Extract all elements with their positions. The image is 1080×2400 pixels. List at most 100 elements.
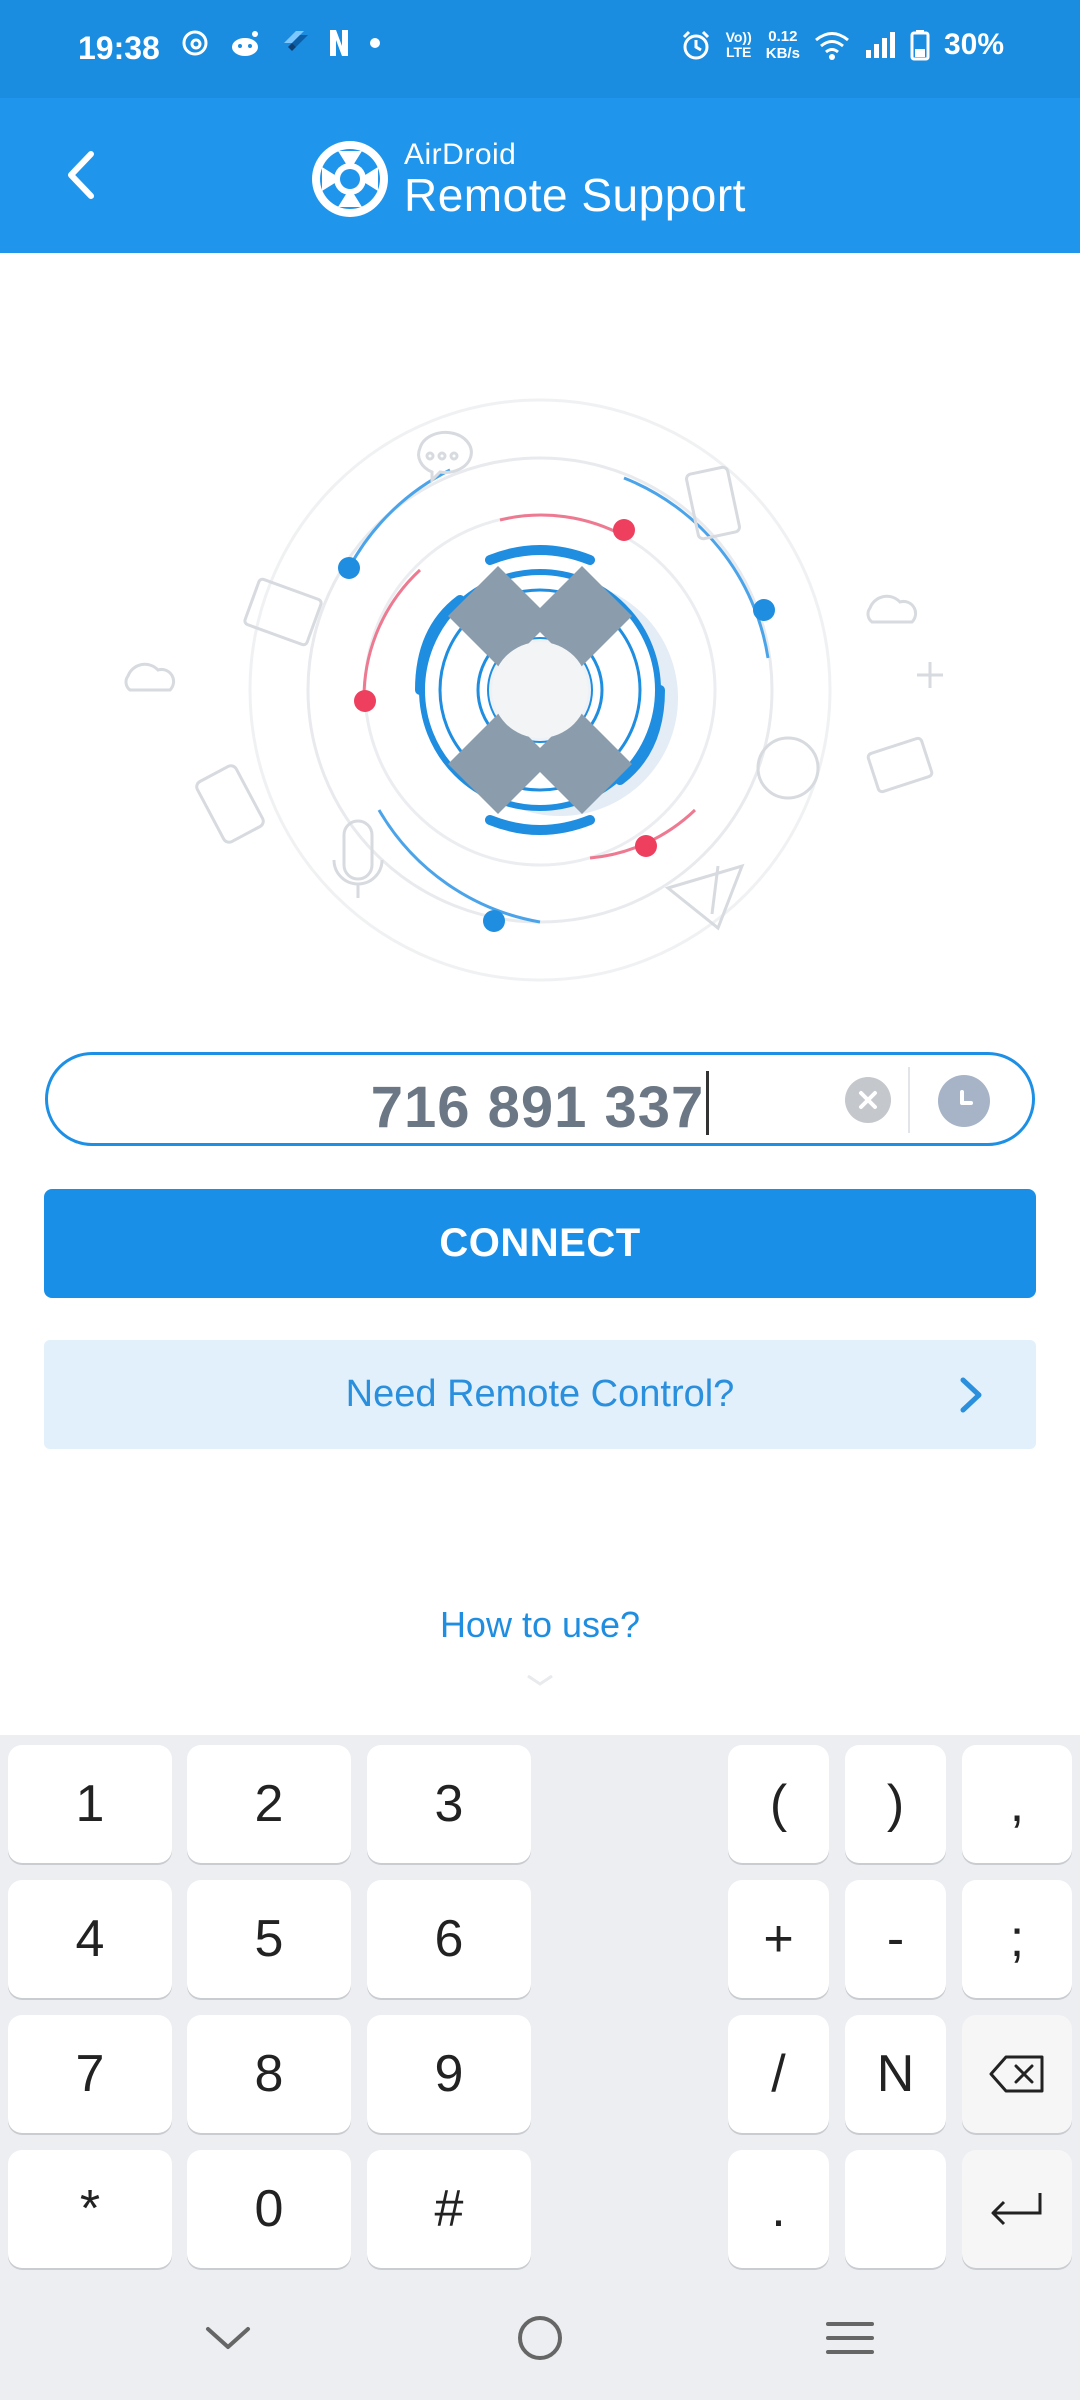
key-open-paren[interactable]: ( bbox=[728, 1745, 829, 1863]
key-label: 7 bbox=[75, 2045, 105, 2103]
system-icons: Vo)) LTE 0.12 KB/s 30% bbox=[680, 28, 1004, 62]
flutter-icon bbox=[284, 31, 308, 51]
key-semicolon[interactable]: ; bbox=[962, 1880, 1072, 1998]
brand-airdroid: AirDroid bbox=[404, 138, 517, 171]
lifebuoy-logo-icon bbox=[312, 141, 388, 217]
key-label: 6 bbox=[434, 1910, 464, 1968]
dot-icon bbox=[370, 38, 380, 48]
key-label: 0 bbox=[254, 2180, 284, 2238]
clear-input-button[interactable] bbox=[845, 1077, 891, 1123]
key-plus[interactable]: + bbox=[728, 1880, 829, 1998]
how-to-use-label: How to use? bbox=[439, 1604, 641, 1645]
key-label: + bbox=[763, 1910, 794, 1968]
device-id-value: 716 891 337 bbox=[370, 1075, 705, 1140]
key-label: / bbox=[771, 2045, 786, 2103]
orbit-dot bbox=[354, 690, 376, 712]
menu-icon bbox=[826, 2322, 874, 2354]
orbit-dot bbox=[613, 519, 635, 541]
key-label: 8 bbox=[254, 2045, 284, 2103]
volte-bottom-label: LTE bbox=[725, 44, 752, 60]
connect-label: CONNECT bbox=[439, 1221, 641, 1265]
status-bar: 19:38 Vo)) LTE 0.12 KB/s 30% bbox=[0, 0, 1080, 98]
clock-icon bbox=[960, 1090, 973, 1105]
app-bar: AirDroid Remote Support bbox=[0, 98, 1080, 253]
brand-logo: AirDroid Remote Support bbox=[308, 134, 746, 224]
key-9[interactable]: 9 bbox=[367, 2015, 531, 2133]
key-1[interactable]: 1 bbox=[8, 1745, 172, 1863]
orbit-dot bbox=[338, 557, 360, 579]
key-label: 9 bbox=[434, 2045, 464, 2103]
key-label: ; bbox=[1009, 1910, 1025, 1968]
battery-percent: 30% bbox=[943, 28, 1004, 61]
key-enter[interactable] bbox=[962, 2150, 1072, 2268]
how-to-use-link[interactable]: How to use? bbox=[0, 1604, 1080, 1646]
back-button[interactable] bbox=[50, 143, 110, 207]
key-5[interactable]: 5 bbox=[187, 1880, 351, 1998]
key-label: 1 bbox=[75, 1775, 105, 1833]
key-period[interactable]: . bbox=[728, 2150, 829, 2268]
orbit-dot bbox=[635, 835, 657, 857]
nav-hide-keyboard-button[interactable] bbox=[188, 2306, 268, 2370]
key-label: 5 bbox=[254, 1910, 284, 1968]
chevron-right-icon bbox=[960, 1377, 982, 1413]
threads-icon bbox=[182, 30, 208, 56]
volte-icon: Vo)) LTE bbox=[726, 30, 752, 60]
lifebuoy-illustration-icon bbox=[415, 545, 678, 835]
reddit-icon bbox=[232, 31, 258, 56]
nav-recents-button[interactable] bbox=[810, 2306, 890, 2370]
key-8[interactable]: 8 bbox=[187, 2015, 351, 2133]
key-label: # bbox=[434, 2180, 464, 2238]
numeric-keyboard: 1 2 3 4 5 6 7 8 9 * 0 # ( ) , + - ; / N … bbox=[0, 1735, 1080, 2278]
key-label: 3 bbox=[434, 1775, 464, 1833]
close-icon bbox=[859, 1091, 877, 1109]
wifi-icon bbox=[815, 32, 849, 60]
orbit-dot bbox=[753, 599, 775, 621]
key-3[interactable]: 3 bbox=[367, 1745, 531, 1863]
connect-button[interactable]: CONNECT bbox=[44, 1189, 1036, 1298]
key-label: * bbox=[79, 2180, 101, 2238]
key-asterisk[interactable]: * bbox=[8, 2150, 172, 2268]
key-minus[interactable]: - bbox=[845, 1880, 946, 1998]
chevron-down-icon bbox=[527, 1674, 553, 1686]
key-label: N bbox=[876, 2045, 915, 2103]
speed-value: 0.12 bbox=[768, 28, 798, 45]
key-hash[interactable]: # bbox=[367, 2150, 531, 2268]
signal-icon bbox=[865, 32, 895, 58]
speed-unit: KB/s bbox=[765, 45, 800, 62]
status-time: 19:38 bbox=[78, 30, 160, 66]
backspace-icon bbox=[989, 2055, 1044, 2093]
history-button[interactable] bbox=[938, 1075, 990, 1127]
key-slash[interactable]: / bbox=[728, 2015, 829, 2133]
key-label: 2 bbox=[254, 1775, 284, 1833]
alarm-icon bbox=[682, 30, 709, 60]
key-2[interactable]: 2 bbox=[187, 1745, 351, 1863]
screen: 19:38 Vo)) LTE 0.12 KB/s 30% AirDroid Re… bbox=[0, 0, 1080, 2400]
home-circle-icon bbox=[518, 2316, 562, 2360]
notification-icons bbox=[180, 28, 382, 58]
key-label: . bbox=[771, 2180, 786, 2238]
key-7[interactable]: 7 bbox=[8, 2015, 172, 2133]
remote-support-illustration bbox=[124, 398, 943, 982]
key-n[interactable]: N bbox=[845, 2015, 946, 2133]
key-close-paren[interactable]: ) bbox=[845, 1745, 946, 1863]
chevron-down-icon bbox=[206, 2327, 250, 2349]
key-label: ) bbox=[886, 1775, 905, 1833]
system-nav-bar bbox=[0, 2278, 1080, 2400]
key-space[interactable] bbox=[845, 2150, 946, 2268]
need-remote-control-button[interactable]: Need Remote Control? bbox=[44, 1340, 1036, 1449]
key-6[interactable]: 6 bbox=[367, 1880, 531, 1998]
orbit-dot bbox=[483, 910, 505, 932]
key-label: 4 bbox=[75, 1910, 105, 1968]
nav-home-button[interactable] bbox=[500, 2306, 580, 2370]
key-0[interactable]: 0 bbox=[187, 2150, 351, 2268]
enter-icon bbox=[991, 2193, 1042, 2226]
key-4[interactable]: 4 bbox=[8, 1880, 172, 1998]
text-caret bbox=[706, 1071, 710, 1135]
brand-text: AirDroid Remote Support bbox=[404, 138, 746, 220]
key-comma[interactable]: , bbox=[962, 1745, 1072, 1863]
netflix-icon bbox=[330, 30, 348, 56]
key-backspace[interactable] bbox=[962, 2015, 1072, 2133]
battery-icon bbox=[910, 30, 930, 61]
speed-indicator: 0.12 KB/s bbox=[766, 28, 800, 62]
device-id-input[interactable]: 716 891 337 bbox=[45, 1052, 1035, 1146]
